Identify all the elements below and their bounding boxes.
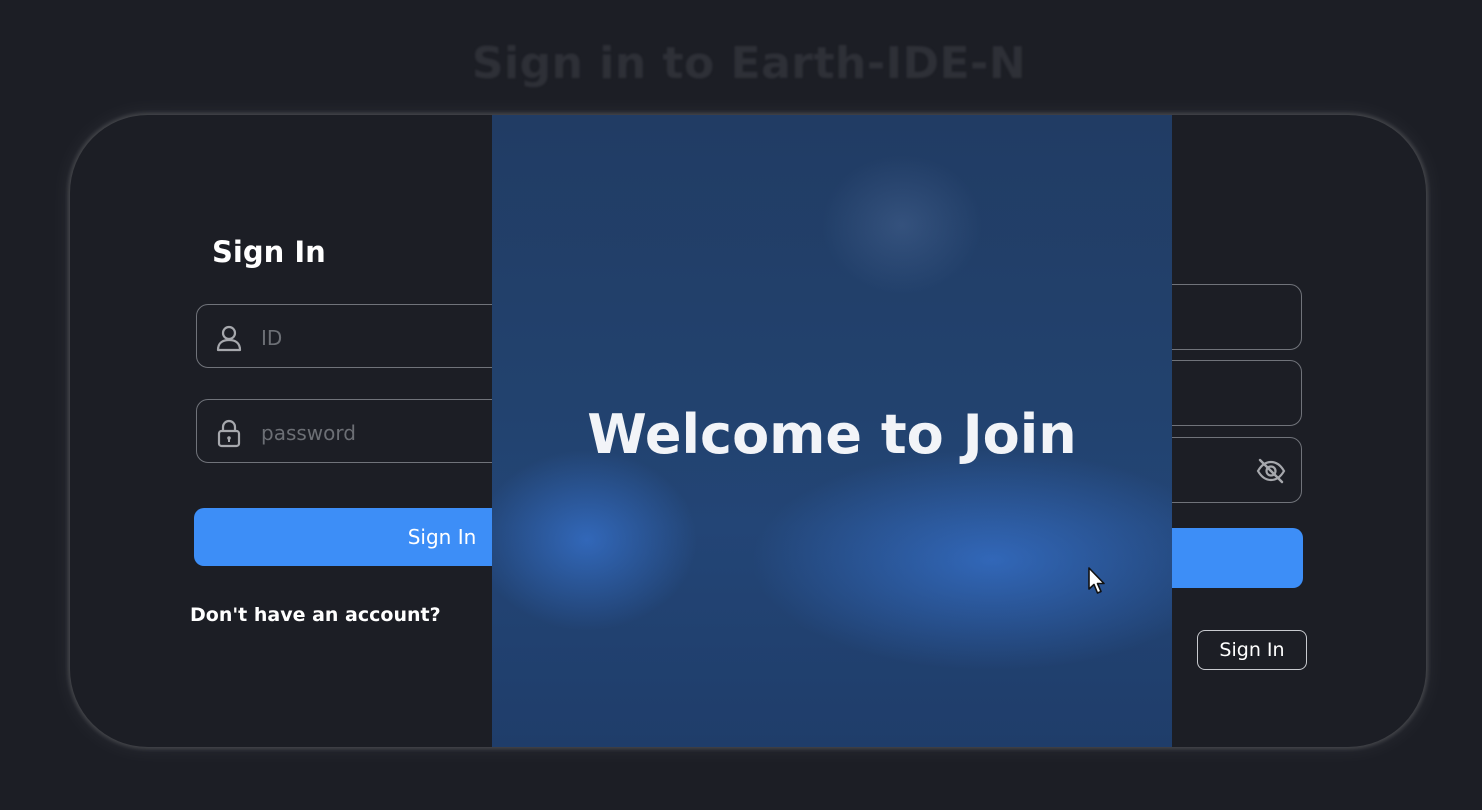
welcome-text: Welcome to Join xyxy=(587,403,1077,466)
page: Sign in to Earth-IDE-N Sign In Sign In D… xyxy=(0,0,1482,810)
lock-icon xyxy=(217,419,241,448)
cursor-icon xyxy=(1088,567,1105,594)
welcome-overlay: Welcome to Join xyxy=(492,115,1172,747)
eye-off-icon[interactable] xyxy=(1255,455,1287,487)
switch-to-signin-button[interactable]: Sign In xyxy=(1197,630,1307,670)
user-icon xyxy=(216,325,242,352)
signin-heading: Sign In xyxy=(212,235,326,269)
auth-card: Sign In Sign In Don't have an account? xyxy=(70,115,1426,747)
no-account-link[interactable]: Don't have an account? xyxy=(190,604,441,626)
page-title: Sign in to Earth-IDE-N xyxy=(471,38,1027,89)
